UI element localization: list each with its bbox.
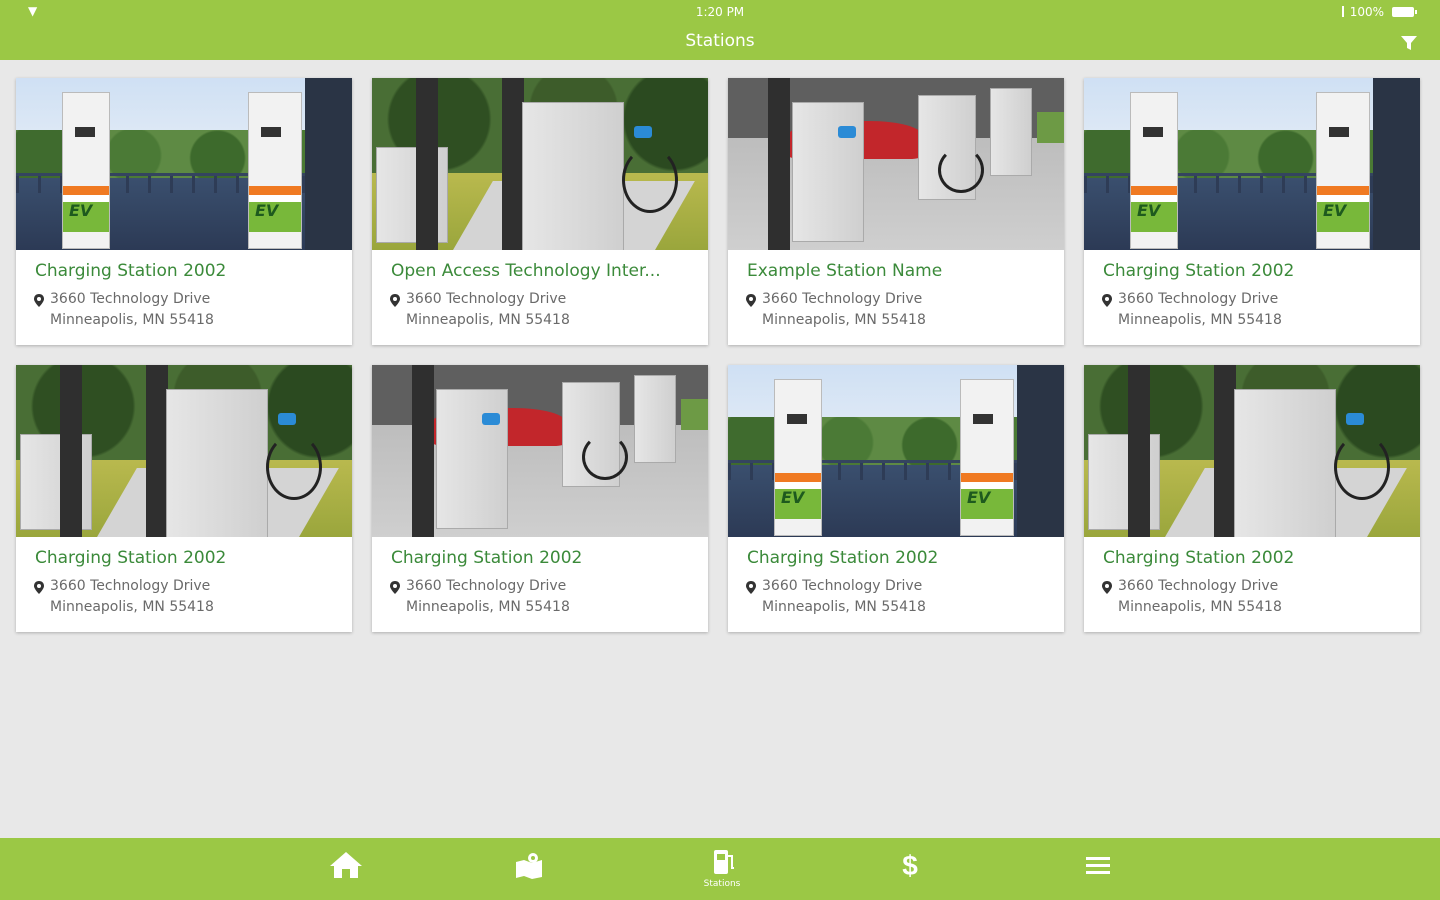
station-name: Open Access Technology Inter... <box>391 261 661 281</box>
location-pin-icon <box>390 581 400 594</box>
station-card[interactable]: Charging Station 2002 3660 Technology Dri… <box>16 365 352 632</box>
station-name: Charging Station 2002 <box>35 548 227 568</box>
status-time: 1:20 PM <box>695 5 745 19</box>
station-address-line1: 3660 Technology Drive <box>406 291 567 307</box>
dollar-icon: $ <box>902 850 918 880</box>
location-pin-icon <box>746 581 756 594</box>
station-card[interactable]: EV EV Charging Station 2002 3660 Technology… <box>1084 78 1420 345</box>
app-bar: Stations <box>0 24 1440 60</box>
station-address-line2: Minneapolis, MN 55418 <box>1118 312 1282 328</box>
tab-payments[interactable]: $ <box>860 838 960 900</box>
location-pin-icon <box>1102 294 1112 307</box>
station-name: Charging Station 2002 <box>35 261 227 281</box>
signal-icon <box>1342 6 1344 17</box>
station-address-line2: Minneapolis, MN 55418 <box>1118 599 1282 615</box>
tab-stations-label: Stations <box>703 879 741 889</box>
menu-icon <box>1086 857 1110 874</box>
tab-stations[interactable]: Stations <box>672 838 772 900</box>
station-address-line1: 3660 Technology Drive <box>762 291 923 307</box>
tab-menu[interactable] <box>1048 838 1148 900</box>
station-card[interactable]: EV EV Charging Station 2002 3660 Technology… <box>16 78 352 345</box>
tab-home[interactable] <box>296 838 396 900</box>
location-pin-icon <box>34 581 44 594</box>
map-icon <box>516 853 542 879</box>
bottom-tab-bar: Stations $ <box>0 838 1440 900</box>
station-grid: EV EV Charging Station 2002 3660 Technology… <box>16 78 1420 632</box>
station-photo <box>372 365 708 537</box>
station-name: Charging Station 2002 <box>391 548 583 568</box>
station-address-line2: Minneapolis, MN 55418 <box>406 599 570 615</box>
svg-text:$: $ <box>902 850 918 880</box>
station-icon <box>714 850 734 874</box>
location-pin-icon <box>390 294 400 307</box>
location-pin-icon <box>34 294 44 307</box>
station-address-line2: Minneapolis, MN 55418 <box>50 312 214 328</box>
station-address-line1: 3660 Technology Drive <box>406 578 567 594</box>
station-card[interactable]: Charging Station 2002 3660 Technology Dri… <box>1084 365 1420 632</box>
station-card[interactable]: Open Access Technology Inter... 3660 Tech… <box>372 78 708 345</box>
station-address-line1: 3660 Technology Drive <box>50 291 211 307</box>
station-name: Example Station Name <box>747 261 943 281</box>
station-address-line2: Minneapolis, MN 55418 <box>50 599 214 615</box>
status-bar: ▼ 1:20 PM 100% <box>0 0 1440 24</box>
station-photo: EV EV <box>1084 78 1420 250</box>
station-photo: EV EV <box>16 78 352 250</box>
station-address-line2: Minneapolis, MN 55418 <box>762 312 926 328</box>
home-icon <box>330 852 362 878</box>
tab-map[interactable] <box>480 838 580 900</box>
station-address-line2: Minneapolis, MN 55418 <box>406 312 570 328</box>
station-photo <box>372 78 708 250</box>
station-name: Charging Station 2002 <box>1103 548 1295 568</box>
station-photo: EV EV <box>728 365 1064 537</box>
filter-icon[interactable] <box>1400 34 1418 52</box>
station-address-line1: 3660 Technology Drive <box>762 578 923 594</box>
battery-icon <box>1392 7 1417 17</box>
station-photo <box>16 365 352 537</box>
station-address-line1: 3660 Technology Drive <box>1118 578 1279 594</box>
station-address-line1: 3660 Technology Drive <box>1118 291 1279 307</box>
location-pin-icon <box>1102 581 1112 594</box>
battery-percent: 100% <box>1349 5 1384 19</box>
station-card[interactable]: Charging Station 2002 3660 Technology Dri… <box>372 365 708 632</box>
station-address-line1: 3660 Technology Drive <box>50 578 211 594</box>
location-pin-icon <box>746 294 756 307</box>
station-name: Charging Station 2002 <box>1103 261 1295 281</box>
station-card[interactable]: Example Station Name 3660 Technology Driv… <box>728 78 1064 345</box>
station-address-line2: Minneapolis, MN 55418 <box>762 599 926 615</box>
station-photo <box>728 78 1064 250</box>
page-title: Stations <box>685 31 755 51</box>
station-card[interactable]: EV EV Charging Station 2002 3660 Technology… <box>728 365 1064 632</box>
station-photo <box>1084 365 1420 537</box>
station-name: Charging Station 2002 <box>747 548 939 568</box>
